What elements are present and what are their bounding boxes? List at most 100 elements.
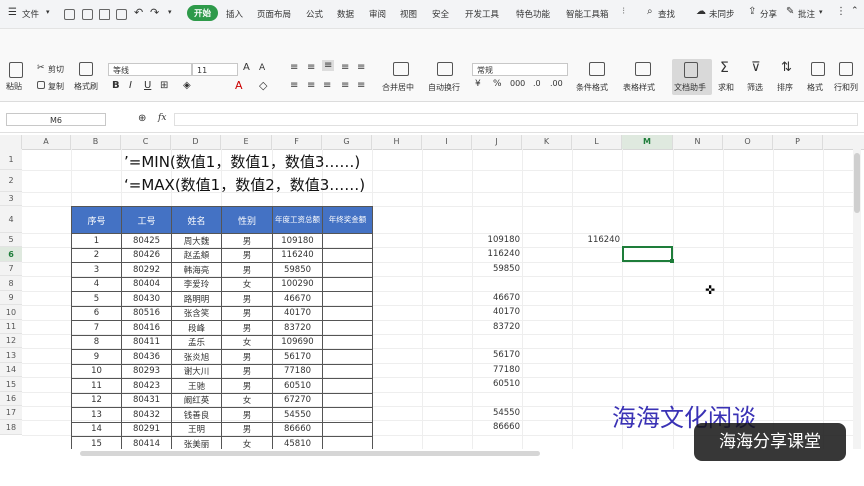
- table-cell[interactable]: 男: [221, 320, 273, 336]
- col-header-f[interactable]: F: [272, 135, 322, 149]
- col-header-g[interactable]: G: [322, 135, 372, 149]
- table-cell[interactable]: 钱善良: [171, 407, 222, 423]
- tab-developer[interactable]: 开发工具: [465, 8, 499, 20]
- conditional-format-icon[interactable]: [589, 62, 605, 76]
- col-header-n[interactable]: N: [673, 135, 723, 149]
- table-cell[interactable]: 女: [221, 334, 273, 350]
- column-j-cell[interactable]: 46670: [472, 293, 520, 303]
- row-header[interactable]: 9: [0, 291, 22, 305]
- table-cell[interactable]: 男: [221, 247, 273, 263]
- cloud-icon[interactable]: ☁: [696, 6, 706, 17]
- bold-icon[interactable]: B: [112, 80, 120, 91]
- border-icon[interactable]: ⊞: [160, 80, 168, 91]
- thousands-icon[interactable]: 000: [510, 79, 525, 88]
- table-cell[interactable]: 80423: [121, 378, 172, 394]
- selected-cell-m6[interactable]: [622, 246, 673, 262]
- table-cell[interactable]: 路明明: [171, 291, 222, 307]
- doc-assistant-button[interactable]: 文档助手: [674, 82, 706, 93]
- merge-center-icon[interactable]: [393, 62, 409, 76]
- table-cell[interactable]: 80436: [121, 349, 172, 365]
- table-cell[interactable]: 67270: [272, 392, 323, 408]
- zoom-icon[interactable]: ⊕: [138, 113, 146, 124]
- header-cell[interactable]: 序号: [71, 206, 122, 234]
- table-cell[interactable]: 86660: [272, 421, 323, 437]
- table-cell[interactable]: 男: [221, 378, 273, 394]
- row-header[interactable]: 14: [0, 363, 22, 377]
- sum-icon[interactable]: Σ: [720, 60, 729, 76]
- table-cell[interactable]: 女: [221, 276, 273, 292]
- align-top-icon[interactable]: ≡: [290, 62, 298, 73]
- row-header[interactable]: 13: [0, 348, 22, 363]
- tab-view[interactable]: 视图: [400, 8, 417, 20]
- column-l-value[interactable]: 116240: [572, 235, 620, 245]
- table-cell[interactable]: [322, 363, 373, 379]
- scissors-icon[interactable]: ✂: [37, 63, 45, 73]
- table-cell[interactable]: [322, 334, 373, 350]
- tab-review[interactable]: 审阅: [369, 8, 386, 20]
- format-button[interactable]: 格式: [807, 82, 823, 93]
- table-cell[interactable]: 12: [71, 392, 122, 408]
- print-icon[interactable]: [99, 9, 110, 20]
- table-cell[interactable]: 9: [71, 349, 122, 365]
- table-cell[interactable]: 周大魏: [171, 233, 222, 249]
- tab-page-layout[interactable]: 页面布局: [257, 8, 291, 20]
- table-cell[interactable]: 56170: [272, 349, 323, 365]
- column-j-cell[interactable]: 60510: [472, 379, 520, 389]
- table-cell[interactable]: 男: [221, 262, 273, 278]
- table-cell[interactable]: 谢大川: [171, 363, 222, 379]
- vertical-scrollbar[interactable]: [854, 153, 860, 213]
- row-header[interactable]: 15: [0, 377, 22, 392]
- table-cell[interactable]: [322, 320, 373, 336]
- formula-input[interactable]: [174, 113, 858, 126]
- row-header[interactable]: 4: [0, 206, 22, 233]
- col-header-h[interactable]: H: [372, 135, 422, 149]
- row-header[interactable]: 11: [0, 320, 22, 334]
- align-middle-icon[interactable]: ≡: [307, 62, 315, 73]
- share-icon[interactable]: ⇪: [748, 6, 756, 17]
- share-button[interactable]: 分享: [760, 8, 777, 20]
- table-cell[interactable]: [322, 378, 373, 394]
- comment-button[interactable]: 批注: [798, 8, 815, 20]
- header-cell[interactable]: 姓名: [171, 206, 222, 234]
- table-cell[interactable]: 男: [221, 407, 273, 423]
- column-j-cell[interactable]: 54550: [472, 408, 520, 418]
- col-header-e[interactable]: E: [221, 135, 272, 149]
- max-formula-text[interactable]: ‘=MAX(数值1，数值2，数值3……): [124, 174, 365, 195]
- align-bottom-icon[interactable]: ≡: [322, 60, 335, 71]
- table-cell[interactable]: 张含笑: [171, 305, 222, 321]
- table-cell[interactable]: [322, 305, 373, 321]
- clear-format-icon[interactable]: ◇: [259, 79, 267, 92]
- table-cell[interactable]: 54550: [272, 407, 323, 423]
- table-cell[interactable]: 40170: [272, 305, 323, 321]
- header-cell[interactable]: 工号: [121, 206, 172, 234]
- align-center-icon[interactable]: ≡: [307, 80, 315, 91]
- table-cell[interactable]: 张炎旭: [171, 349, 222, 365]
- table-cell[interactable]: 男: [221, 363, 273, 379]
- table-cell[interactable]: 3: [71, 262, 122, 278]
- rows-cols-icon[interactable]: [839, 62, 853, 76]
- table-cell[interactable]: 女: [221, 392, 273, 408]
- sync-status[interactable]: 未同步: [709, 8, 735, 20]
- tab-formulas[interactable]: 公式: [306, 8, 323, 20]
- table-cell[interactable]: [322, 392, 373, 408]
- column-j-cell[interactable]: 83720: [472, 322, 520, 332]
- row-header[interactable]: 6: [0, 247, 22, 262]
- name-box[interactable]: M6: [6, 113, 106, 126]
- table-cell[interactable]: 80293: [121, 363, 172, 379]
- table-cell[interactable]: 13: [71, 407, 122, 423]
- currency-icon[interactable]: ¥: [475, 79, 481, 89]
- table-cell[interactable]: 男: [221, 349, 273, 365]
- table-cell[interactable]: 阚红英: [171, 392, 222, 408]
- table-cell[interactable]: 80416: [121, 320, 172, 336]
- table-cell[interactable]: 80425: [121, 233, 172, 249]
- col-header-o[interactable]: O: [723, 135, 773, 149]
- col-header-b[interactable]: B: [71, 135, 121, 149]
- table-cell[interactable]: 7: [71, 320, 122, 336]
- cut-button[interactable]: 剪切: [48, 64, 64, 75]
- table-cell[interactable]: 77180: [272, 363, 323, 379]
- select-all-corner[interactable]: [0, 135, 22, 149]
- table-cell[interactable]: 14: [71, 421, 122, 437]
- table-cell[interactable]: 80516: [121, 305, 172, 321]
- table-cell[interactable]: [322, 421, 373, 437]
- table-cell[interactable]: 4: [71, 276, 122, 292]
